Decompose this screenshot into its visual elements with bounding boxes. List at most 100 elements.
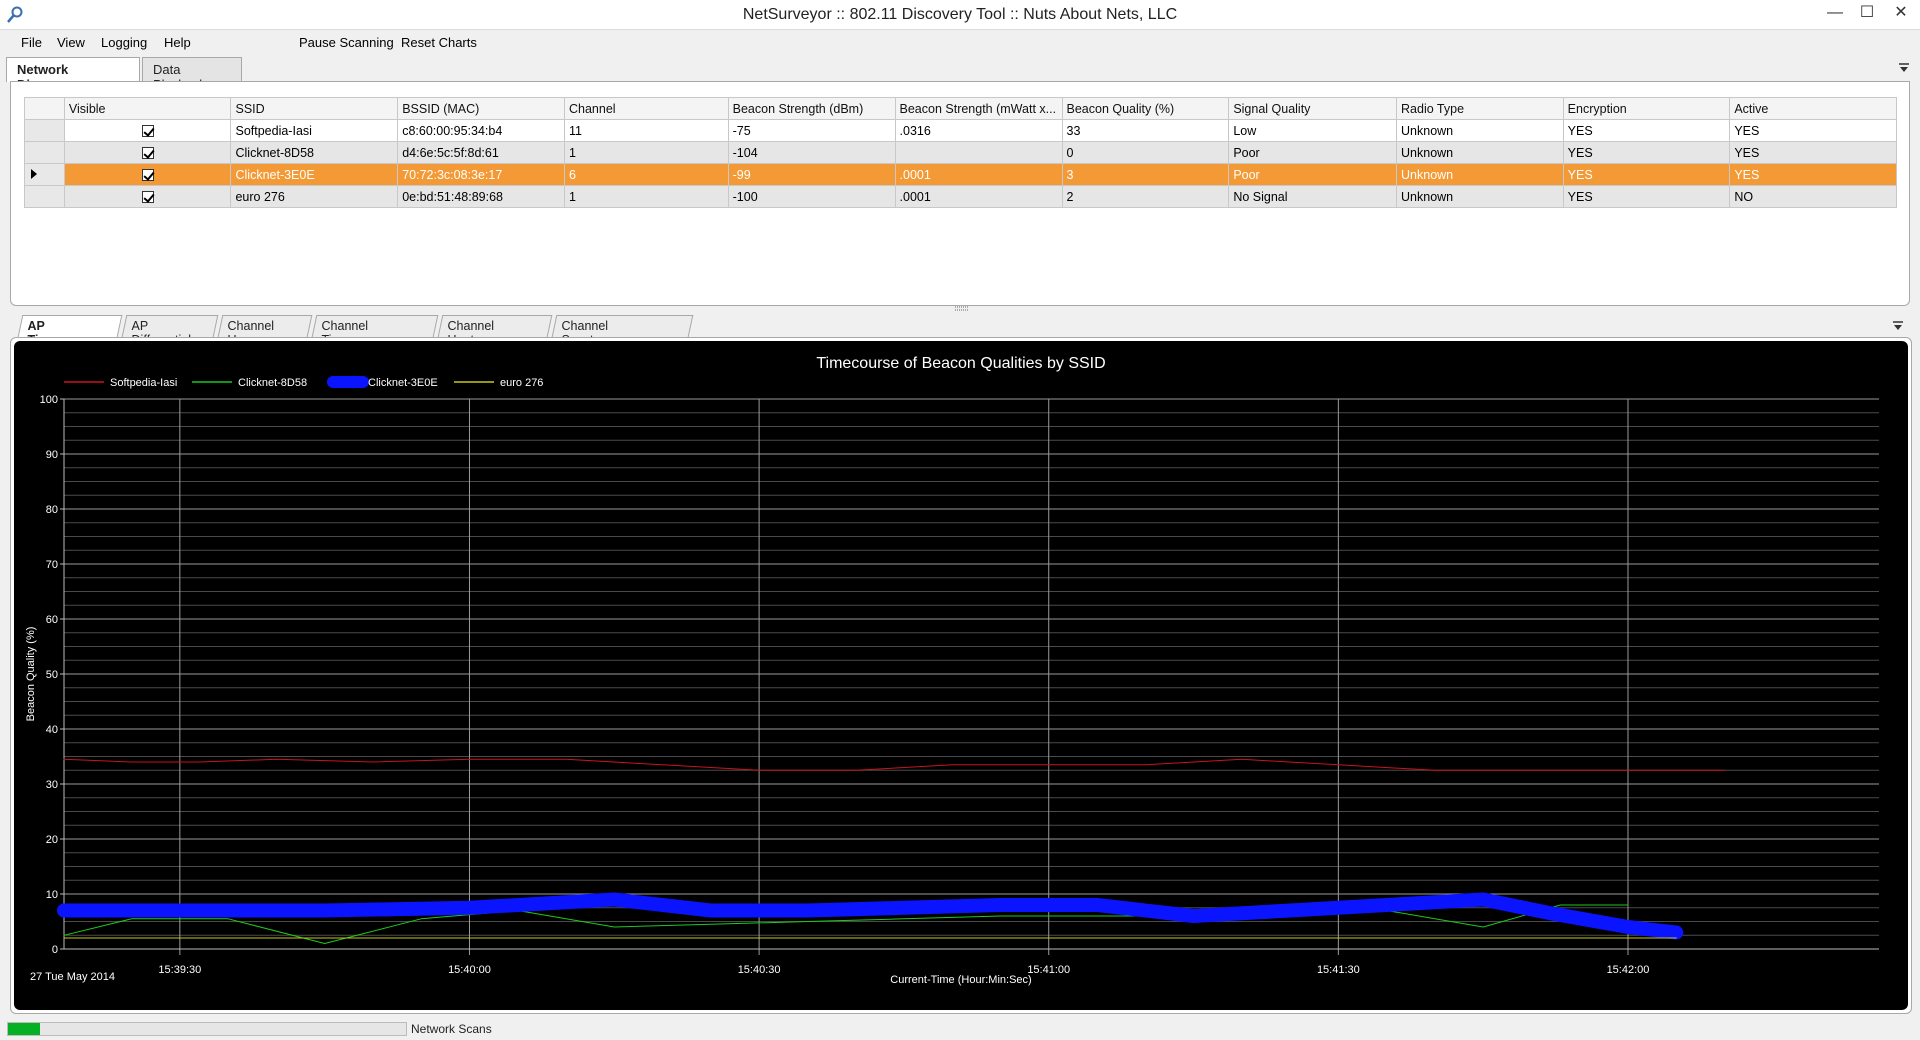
channel-cell: 1 xyxy=(564,141,729,164)
dbm-cell: -100 xyxy=(727,185,896,208)
y-tick-label: 90 xyxy=(46,449,58,461)
dbm-cell: -104 xyxy=(727,141,896,164)
y-tick-label: 60 xyxy=(46,614,58,626)
menu-bar: File View Logging Help Pause Scanning Re… xyxy=(0,31,1920,55)
column-header[interactable]: Encryption xyxy=(1562,97,1731,120)
legend-label: Clicknet-3E0E xyxy=(368,377,438,389)
minimize-button[interactable]: — xyxy=(1818,2,1852,26)
mwatt-cell: .0001 xyxy=(894,185,1063,208)
encryption-cell: YES xyxy=(1562,185,1731,208)
menu-view[interactable]: View xyxy=(57,35,85,50)
column-header[interactable]: Signal Quality xyxy=(1228,97,1398,120)
ssid-cell: Clicknet-3E0E xyxy=(230,163,399,186)
column-header[interactable]: SSID xyxy=(230,97,399,120)
active-cell: YES xyxy=(1729,163,1897,186)
maximize-button[interactable]: ☐ xyxy=(1850,2,1884,26)
dbm-cell: -75 xyxy=(727,119,896,142)
legend-swatch xyxy=(327,376,369,388)
status-bar: Network Scans xyxy=(0,1018,1920,1040)
quality-cell: 3 xyxy=(1061,163,1230,186)
window-title: NetSurveyor :: 802.11 Discovery Tool :: … xyxy=(742,6,1178,23)
ssid-cell: Softpedia-Iasi xyxy=(230,119,399,142)
x-tick-label: 15:42:00 xyxy=(1607,964,1650,976)
splitter-grip-icon[interactable] xyxy=(955,306,969,312)
y-tick-label: 30 xyxy=(46,779,58,791)
visible-cell[interactable] xyxy=(63,163,232,186)
row-header[interactable] xyxy=(24,119,65,142)
visible-checkbox[interactable] xyxy=(141,147,154,160)
x-tick-label: 15:40:00 xyxy=(448,964,491,976)
radio-cell: Unknown xyxy=(1396,185,1564,208)
table-header-row: Visible SSID BSSID (MAC) Channel Beacon … xyxy=(24,97,1897,120)
row-header[interactable] xyxy=(24,185,65,208)
row-header[interactable] xyxy=(24,141,65,164)
reset-charts-button[interactable]: Reset Charts xyxy=(401,35,477,50)
y-tick-label: 20 xyxy=(46,834,58,846)
chevron-down-icon[interactable] xyxy=(1892,320,1904,332)
pause-scanning-button[interactable]: Pause Scanning xyxy=(299,35,394,50)
tab-ap-timecourse[interactable]: AP Timecourse xyxy=(17,315,123,347)
dbm-cell: -99 xyxy=(727,163,896,186)
channel-cell: 1 xyxy=(564,185,729,208)
encryption-cell: YES xyxy=(1562,141,1731,164)
mwatt-cell: .0316 xyxy=(894,119,1063,142)
menu-logging[interactable]: Logging xyxy=(101,35,147,50)
column-header[interactable]: Visible xyxy=(63,97,232,120)
tab-data-playback[interactable]: Data Playback xyxy=(142,57,242,92)
visible-checkbox[interactable] xyxy=(141,125,154,138)
y-axis-label: Beacon Quality (%) xyxy=(25,627,37,722)
column-header[interactable]: Radio Type xyxy=(1396,97,1564,120)
tab-network-discovery[interactable]: Network Discovery xyxy=(6,57,140,92)
chevron-down-icon[interactable] xyxy=(1898,62,1910,74)
active-cell: YES xyxy=(1729,119,1897,142)
column-header[interactable]: BSSID (MAC) xyxy=(397,97,565,120)
column-header[interactable]: Beacon Strength (mWatt x... xyxy=(894,97,1063,120)
channel-cell: 6 xyxy=(564,163,729,186)
row-header-corner xyxy=(24,97,65,120)
menu-help[interactable]: Help xyxy=(164,35,191,50)
encryption-cell: YES xyxy=(1562,163,1731,186)
visible-cell[interactable] xyxy=(63,119,232,142)
visible-cell[interactable] xyxy=(63,185,232,208)
tab-ap-differential[interactable]: AP Differential xyxy=(121,315,219,347)
visible-checkbox[interactable] xyxy=(141,191,154,204)
column-header[interactable]: Channel xyxy=(564,97,729,120)
signal-cell: Poor xyxy=(1228,141,1398,164)
signal-cell: No Signal xyxy=(1228,185,1398,208)
scan-progress-fill xyxy=(8,1023,40,1035)
x-tick-label: 15:40:30 xyxy=(738,964,781,976)
network-list-panel: Visible SSID BSSID (MAC) Channel Beacon … xyxy=(10,81,1910,306)
tab-channel-timecourse[interactable]: Channel Timecourse xyxy=(311,315,439,347)
bssid-cell: d4:6e:5c:5f:8d:61 xyxy=(397,141,565,164)
x-tick-label: 15:41:00 xyxy=(1027,964,1070,976)
visible-cell[interactable] xyxy=(63,141,232,164)
y-tick-label: 0 xyxy=(52,944,58,956)
status-label: Network Scans xyxy=(411,1022,492,1036)
ssid-cell: euro 276 xyxy=(230,185,399,208)
tab-channel-spectrogram[interactable]: Channel Spectrogram xyxy=(551,315,694,347)
table-row-selected[interactable]: Clicknet-3E0E 70:72:3c:08:3e:17 6 -99 .0… xyxy=(24,163,1897,186)
bssid-cell: 0e:bd:51:48:89:68 xyxy=(397,185,565,208)
tab-channel-usage[interactable]: Channel Usage xyxy=(217,315,313,347)
encryption-cell: YES xyxy=(1562,119,1731,142)
mwatt-cell: .0001 xyxy=(894,163,1063,186)
y-tick-label: 50 xyxy=(46,669,58,681)
column-header[interactable]: Beacon Quality (%) xyxy=(1061,97,1230,120)
menu-file[interactable]: File xyxy=(21,35,42,50)
radio-cell: Unknown xyxy=(1396,119,1564,142)
radio-cell: Unknown xyxy=(1396,163,1564,186)
x-tick-label: 15:41:30 xyxy=(1317,964,1360,976)
table-row[interactable]: Softpedia-Iasi c8:60:00:95:34:b4 11 -75 … xyxy=(24,119,1897,142)
close-button[interactable]: ✕ xyxy=(1884,2,1918,26)
scan-progress-bar xyxy=(7,1022,407,1036)
table-row[interactable]: Clicknet-8D58 d4:6e:5c:5f:8d:61 1 -104 0… xyxy=(24,141,1897,164)
beacon-quality-chart: 0 10 20 30 40 50 60 70 80 90 100 15:39:30 15:40:00 15… xyxy=(14,341,1908,1010)
legend-label: euro 276 xyxy=(500,377,543,389)
tab-channel-heatmap[interactable]: Channel Heatmap xyxy=(437,315,553,347)
column-header[interactable]: Active xyxy=(1729,97,1897,120)
visible-checkbox[interactable] xyxy=(141,169,154,182)
row-header[interactable] xyxy=(24,163,65,186)
date-label: 27 Tue May 2014 xyxy=(30,971,115,983)
column-header[interactable]: Beacon Strength (dBm) xyxy=(727,97,896,120)
table-row[interactable]: euro 276 0e:bd:51:48:89:68 1 -100 .0001 … xyxy=(24,185,1897,208)
